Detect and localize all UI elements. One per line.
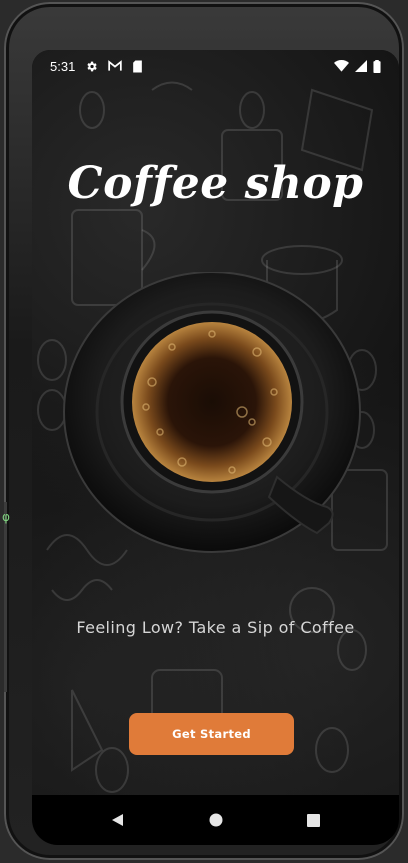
wifi-icon (334, 60, 349, 72)
side-button (4, 502, 7, 692)
coffee-cup-image (63, 272, 361, 553)
side-glyph: φ (2, 510, 10, 524)
gear-icon (87, 61, 98, 71)
sd-card-icon (133, 60, 143, 72)
phone-frame: φ 5:31 Coffee shop Feeling Low? Take a S… (2, 2, 404, 860)
navigation-bar (32, 795, 399, 845)
tagline: Feeling Low? Take a Sip of Coffee (76, 618, 355, 637)
recents-icon[interactable] (303, 809, 325, 831)
app-title: Coffee shop (67, 158, 364, 209)
status-time: 5:31 (50, 58, 76, 74)
gmail-icon (108, 60, 123, 71)
back-icon[interactable] (107, 809, 129, 831)
home-icon[interactable] (205, 809, 227, 831)
app-screen: 5:31 Coffee shop Feeling Low? Take a Sip… (32, 50, 399, 845)
signal-icon (355, 60, 367, 72)
battery-icon (373, 59, 381, 73)
get-started-button[interactable]: Get Started (129, 713, 294, 755)
status-bar: 5:31 (32, 50, 399, 82)
